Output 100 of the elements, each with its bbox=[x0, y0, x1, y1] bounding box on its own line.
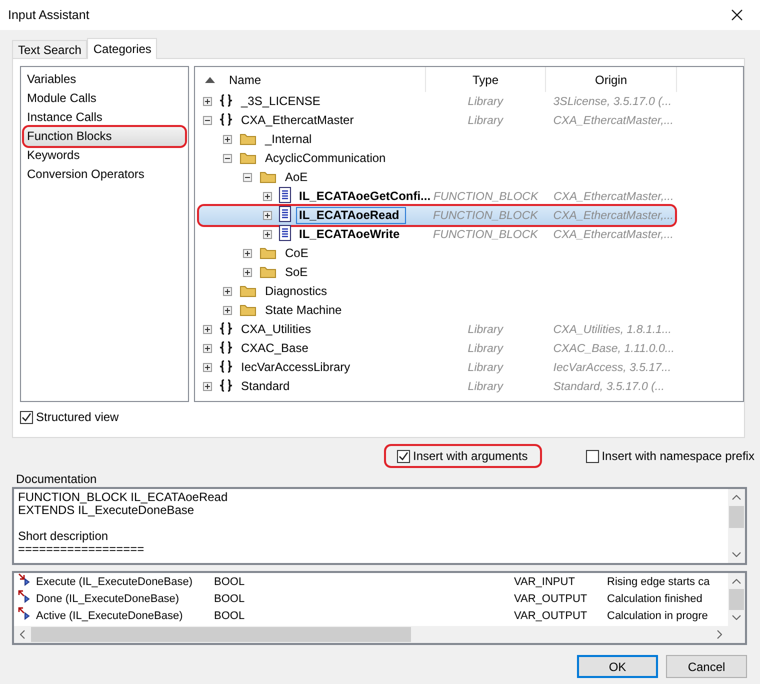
category-item[interactable]: Instance Calls bbox=[24, 108, 185, 127]
parameter-comment: Calculation in progre bbox=[607, 610, 708, 622]
window-title: Input Assistant bbox=[8, 8, 90, 22]
tree-row[interactable]: IL_ECATAoeRead FUNCTION_BLOCK CXA_EthercatMaster,... bbox=[199, 206, 675, 225]
expand-icon[interactable] bbox=[243, 249, 252, 258]
tree-row[interactable]: IL_ECATAoeWrite FUNCTION_BLOCK CXA_EthercatMaster,... bbox=[199, 225, 675, 244]
tree-item[interactable]: _3S_LICENSE bbox=[238, 93, 324, 110]
origin-text: CXA_EthercatMaster,... bbox=[552, 228, 674, 240]
tree-row[interactable]: _3S_LICENSE Library 3SLicense, 3.5.17.0 (... bbox=[199, 92, 675, 111]
origin-text: 3SLicense, 3.5.17.0 (... bbox=[552, 96, 673, 108]
collapse-icon[interactable] bbox=[223, 154, 232, 163]
expand-icon[interactable] bbox=[203, 97, 212, 106]
tree-item[interactable]: CXA_Utilities bbox=[238, 321, 314, 338]
parameter-comment: Calculation finished bbox=[607, 592, 702, 604]
category-item[interactable]: Module Calls bbox=[24, 89, 185, 108]
tree-item[interactable]: AcyclicCommunication bbox=[262, 150, 389, 167]
tree-item[interactable]: Standard bbox=[238, 378, 293, 395]
parameter-name: Done (IL_ExecuteDoneBase) bbox=[36, 592, 180, 604]
checkbox-label[interactable]: Insert with arguments bbox=[413, 449, 528, 463]
tree-item[interactable]: CXA_EthercatMaster bbox=[238, 112, 357, 129]
tree-row[interactable]: AcyclicCommunication bbox=[199, 149, 675, 168]
tab[interactable]: Text Search bbox=[12, 40, 88, 58]
tree-row[interactable]: Standard Library Standard, 3.5.17.0 (... bbox=[199, 377, 675, 396]
checkbox-label[interactable]: Insert with namespace prefix bbox=[602, 449, 754, 463]
expand-icon[interactable] bbox=[243, 268, 252, 277]
tree-row[interactable]: State Machine bbox=[199, 301, 675, 320]
dialog-button[interactable]: OK bbox=[577, 655, 658, 678]
category-item[interactable]: Function Blocks bbox=[24, 127, 185, 146]
scroll-up-icon[interactable] bbox=[732, 578, 741, 584]
expand-icon[interactable] bbox=[223, 135, 232, 144]
collapse-icon[interactable] bbox=[203, 116, 212, 125]
expand-icon[interactable] bbox=[203, 382, 212, 391]
tree-row[interactable]: IecVarAccessLibrary Library IecVarAccess, 3.5.17... bbox=[199, 358, 675, 377]
tree-row[interactable]: CoE bbox=[199, 244, 675, 263]
tree-item[interactable]: IL_ECATAoeRead bbox=[296, 207, 406, 224]
column-header[interactable]: Name bbox=[229, 72, 262, 86]
tree-item[interactable]: IecVarAccessLibrary bbox=[238, 359, 354, 376]
column-header[interactable]: Origin bbox=[594, 72, 627, 86]
scrollbar[interactable] bbox=[728, 573, 745, 626]
expand-icon[interactable] bbox=[203, 363, 212, 372]
scrollbar[interactable] bbox=[728, 489, 745, 563]
tree-row[interactable]: Diagnostics bbox=[199, 282, 675, 301]
tree-item[interactable]: _Internal bbox=[262, 131, 315, 148]
collapse-icon[interactable] bbox=[243, 173, 252, 182]
braces-icon bbox=[219, 340, 233, 354]
parameter-name: Active (IL_ExecuteDoneBase) bbox=[36, 610, 184, 622]
tree-item[interactable]: CXAC_Base bbox=[238, 340, 312, 357]
tree-row[interactable]: _Internal bbox=[199, 130, 675, 149]
braces-icon bbox=[219, 378, 233, 392]
tree-item[interactable]: IL_ECATAoeGetConfi... bbox=[296, 188, 434, 205]
scroll-down-icon[interactable] bbox=[732, 552, 741, 557]
braces-icon bbox=[219, 322, 233, 334]
tree-item[interactable]: SoE bbox=[282, 264, 311, 281]
expand-icon[interactable] bbox=[203, 325, 212, 334]
tree-item[interactable]: State Machine bbox=[262, 302, 345, 319]
tree-row[interactable]: CXA_EthercatMaster Library CXA_EthercatMaster,... bbox=[199, 111, 675, 130]
tree-item[interactable]: AoE bbox=[282, 169, 311, 186]
scroll-up-icon[interactable] bbox=[732, 495, 741, 500]
checkbox[interactable] bbox=[397, 450, 410, 462]
parameter-name: Execute (IL_ExecuteDoneBase) bbox=[36, 576, 194, 588]
tree-row[interactable]: AoE bbox=[199, 168, 675, 187]
type-text: Library bbox=[466, 114, 504, 126]
expand-icon[interactable] bbox=[263, 211, 272, 220]
scroll-left-icon[interactable] bbox=[20, 630, 25, 639]
scroll-down-icon[interactable] bbox=[732, 615, 741, 620]
braces-icon bbox=[219, 360, 233, 372]
tree-row[interactable]: IL_ECATAoeGetConfi... FUNCTION_BLOCK CXA_EthercatMaster,... bbox=[199, 187, 675, 206]
tab[interactable]: Categories bbox=[87, 38, 158, 59]
checkbox[interactable] bbox=[20, 410, 33, 424]
input-variable-icon bbox=[18, 573, 32, 587]
horizontal-scrollbar[interactable] bbox=[14, 626, 745, 643]
expand-icon[interactable] bbox=[263, 230, 272, 239]
dialog-button[interactable]: Cancel bbox=[666, 655, 747, 678]
type-text: Library bbox=[466, 342, 504, 354]
tree-item[interactable]: Diagnostics bbox=[262, 283, 330, 300]
category-item[interactable]: Conversion Operators bbox=[24, 165, 185, 184]
tree-row[interactable]: CXA_Utilities Library CXA_Utilities, 1.8.1.1... bbox=[199, 320, 675, 339]
expand-icon[interactable] bbox=[223, 287, 232, 296]
braces-icon bbox=[219, 94, 233, 106]
column-header[interactable]: Type bbox=[472, 72, 498, 86]
tree-row[interactable]: SoE bbox=[199, 263, 675, 282]
tree-item[interactable]: IL_ECATAoeWrite bbox=[296, 226, 403, 243]
checkbox-label[interactable]: Structured view bbox=[36, 410, 119, 424]
type-text: FUNCTION_BLOCK bbox=[432, 228, 539, 240]
tree-row[interactable]: CXAC_Base Library CXAC_Base, 1.11.0.0... bbox=[199, 339, 675, 358]
origin-text: CXAC_Base, 1.11.0.0... bbox=[552, 342, 675, 354]
category-item[interactable]: Variables bbox=[24, 70, 185, 89]
sort-icon[interactable] bbox=[205, 76, 215, 82]
type-text: Library bbox=[466, 380, 504, 392]
tree-item[interactable]: CoE bbox=[282, 245, 312, 262]
parameter-scope: VAR_INPUT bbox=[514, 576, 576, 588]
expand-icon[interactable] bbox=[203, 344, 212, 353]
origin-text: Standard, 3.5.17.0 (... bbox=[552, 380, 666, 392]
scroll-right-icon[interactable] bbox=[717, 630, 722, 639]
expand-icon[interactable] bbox=[223, 306, 232, 315]
checkbox[interactable] bbox=[586, 450, 599, 462]
documentation-text: ================== bbox=[18, 543, 146, 556]
expand-icon[interactable] bbox=[263, 192, 272, 201]
category-item[interactable]: Keywords bbox=[24, 146, 185, 165]
document-icon bbox=[279, 225, 291, 241]
